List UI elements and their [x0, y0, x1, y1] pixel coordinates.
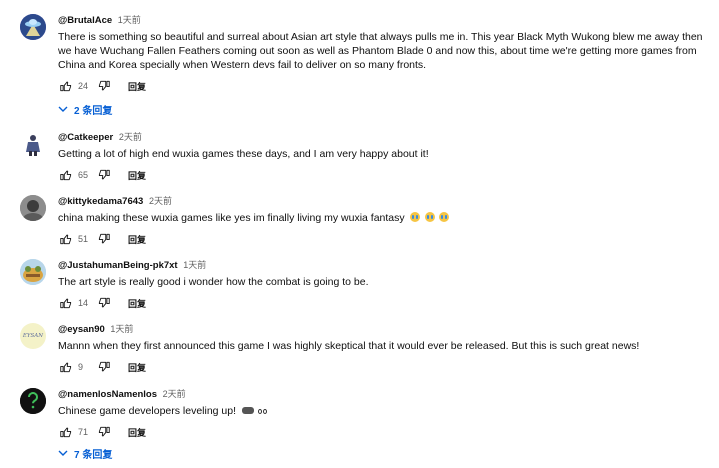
thumbs-down-icon: [98, 361, 110, 372]
reply-button[interactable]: 回复: [128, 233, 146, 246]
like-count: 71: [78, 427, 89, 437]
comment-author[interactable]: @namenlosNamenlos: [58, 389, 157, 400]
view-replies-button[interactable]: 7 条回复: [58, 446, 711, 461]
ufo-icon: [20, 14, 46, 40]
frog-icon: [20, 259, 46, 285]
dislike-button[interactable]: [96, 359, 112, 375]
thumbs-up-icon: [60, 362, 72, 373]
reply-button[interactable]: 回复: [128, 297, 146, 310]
dislike-button[interactable]: [96, 78, 112, 94]
comment-text: china making these wuxia games like yes …: [58, 212, 405, 224]
dislike-button[interactable]: [96, 167, 112, 183]
comment-author[interactable]: @BrutalAce: [58, 15, 112, 26]
like-button[interactable]: [58, 231, 74, 247]
comment-time[interactable]: 2天前: [119, 132, 142, 142]
dislike-button[interactable]: [96, 231, 112, 247]
comment-text: The art style is really good i wonder ho…: [58, 276, 369, 288]
avatar[interactable]: [20, 131, 46, 157]
like-count: 51: [78, 234, 89, 244]
reply-button[interactable]: 回复: [128, 361, 146, 374]
comment-time[interactable]: 2天前: [163, 389, 186, 399]
comment-text: Getting a lot of high end wuxia games th…: [58, 148, 429, 160]
comment-time[interactable]: 1天前: [183, 260, 206, 270]
like-button[interactable]: [58, 359, 74, 375]
replies-label: 2 条回复: [74, 105, 113, 117]
like-count: 24: [78, 81, 89, 91]
like-count: 9: [78, 362, 84, 372]
like-button[interactable]: [58, 167, 74, 183]
avatar[interactable]: [20, 14, 46, 40]
thumbs-up-icon: [60, 81, 72, 92]
avatar[interactable]: [20, 388, 46, 414]
comment-author[interactable]: @JustahumanBeing-pk7xt: [58, 260, 178, 271]
thumbs-down-icon: [98, 426, 110, 437]
view-replies-button[interactable]: 2 条回复: [58, 102, 711, 117]
comment-text: There is something so beautiful and surr…: [58, 31, 703, 71]
comment-author[interactable]: @eysan90: [58, 324, 105, 335]
dislike-button[interactable]: [96, 295, 112, 311]
like-count: 65: [78, 170, 89, 180]
thumbs-up-icon: [60, 234, 72, 245]
thumbs-up-icon: [60, 427, 72, 438]
comment-text: Chinese game developers leveling up!: [58, 405, 237, 417]
comment-time[interactable]: 2天前: [149, 196, 172, 206]
eyes-icon: [257, 409, 262, 414]
thumbs-down-icon: [98, 297, 110, 308]
eyes-icon: [262, 409, 267, 414]
reply-button[interactable]: 回复: [128, 169, 146, 182]
reply-button[interactable]: 回复: [128, 426, 146, 439]
question-mark-icon: [20, 388, 46, 414]
chevron-down-icon: [58, 106, 68, 112]
thumbs-up-icon: [60, 298, 72, 309]
thumbs-down-icon: [98, 169, 110, 180]
warrior-icon: [20, 131, 46, 157]
like-button[interactable]: [58, 78, 74, 94]
reply-button[interactable]: 回复: [128, 80, 146, 93]
avatar[interactable]: [20, 259, 46, 285]
comment-time[interactable]: 1天前: [110, 324, 133, 334]
crying-face-icon: [439, 212, 450, 222]
dislike-button[interactable]: [96, 424, 112, 440]
thumbs-down-icon: [98, 233, 110, 244]
comment-text: Mannn when they first announced this gam…: [58, 340, 640, 352]
replies-label: 7 条回复: [74, 449, 113, 461]
like-count: 14: [78, 298, 89, 308]
thumbs-down-icon: [98, 80, 110, 91]
thumbs-up-icon: [60, 170, 72, 181]
comment-time[interactable]: 1天前: [118, 15, 141, 25]
crying-face-icon: [424, 212, 435, 222]
avatar[interactable]: EYSAN: [20, 323, 46, 349]
crying-face-icon: [409, 212, 420, 222]
like-button[interactable]: [58, 295, 74, 311]
like-button[interactable]: [58, 424, 74, 440]
video-game-icon: [241, 407, 254, 414]
chevron-down-icon: [58, 450, 68, 456]
avatar-text: EYSAN: [22, 333, 44, 339]
comment-author[interactable]: @Catkeeper: [58, 132, 113, 143]
avatar[interactable]: [20, 195, 46, 221]
comment-author[interactable]: @kittykedama7643: [58, 196, 143, 207]
photo-icon: [20, 195, 46, 221]
